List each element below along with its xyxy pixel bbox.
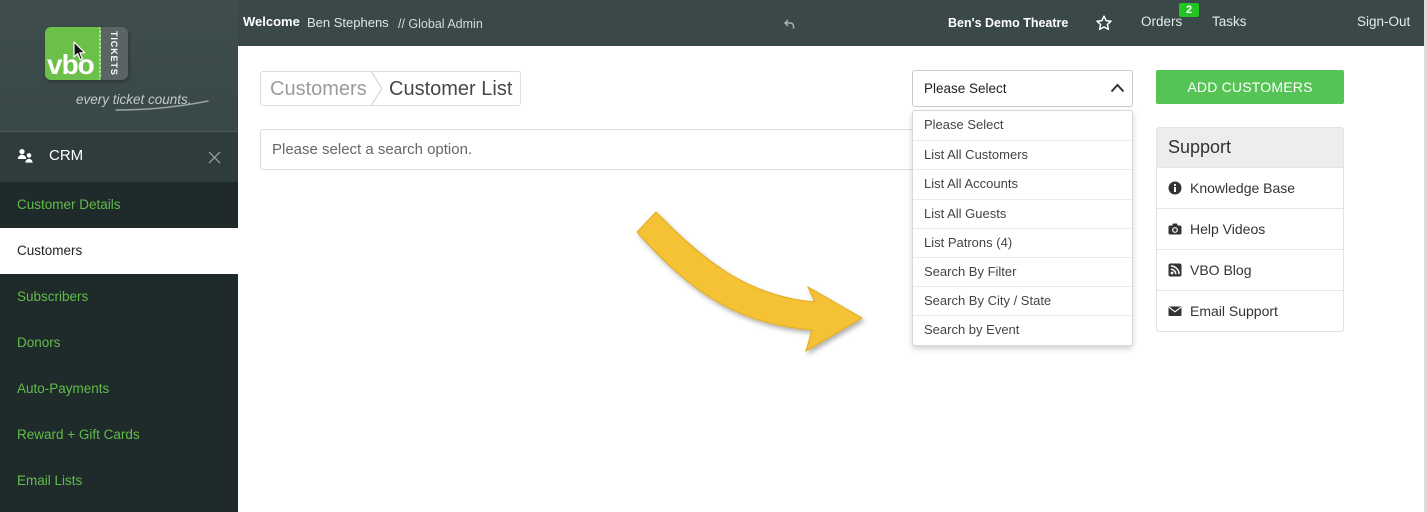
sidebar-item-reward-gift-cards[interactable]: Reward + Gift Cards: [0, 412, 238, 458]
top-bar: Welcome Ben Stephens // Global Admin Ben…: [238, 0, 1424, 46]
dropdown-option-list-all-guests[interactable]: List All Guests: [913, 198, 1132, 228]
dropdown-option-list-patrons[interactable]: List Patrons (4): [913, 227, 1132, 257]
dropdown-option-please-select[interactable]: Please Select: [913, 111, 1132, 140]
dropdown-option-list-all-accounts[interactable]: List All Accounts: [913, 169, 1132, 198]
logo-stub: TICKETS: [101, 27, 128, 80]
sidebar: vbo TICKETS every ticket counts. CRM Cus…: [0, 0, 238, 512]
support-item-knowledge-base[interactable]: Knowledge Base: [1157, 167, 1343, 208]
chevron-up-icon: [1110, 83, 1125, 93]
orders-count-badge: 2: [1179, 3, 1199, 17]
sidebar-item-subscribers[interactable]: Subscribers: [0, 274, 238, 320]
sidebar-section-title: CRM: [49, 147, 84, 164]
search-type-dropdown-menu: Please Select List All Customers List Al…: [912, 110, 1133, 346]
camera-icon: [1168, 222, 1182, 236]
breadcrumb-item-customers[interactable]: Customers: [270, 78, 367, 100]
tagline-swoosh: [115, 100, 209, 111]
logo-area: vbo TICKETS every ticket counts.: [0, 0, 238, 131]
support-item-label: Knowledge Base: [1190, 180, 1296, 196]
tasks-link[interactable]: Tasks: [1212, 13, 1247, 31]
close-icon[interactable]: [208, 151, 221, 164]
dropdown-option-list-all-customers[interactable]: List All Customers: [913, 140, 1132, 169]
dropdown-option-search-by-filter[interactable]: Search By Filter: [913, 256, 1132, 286]
support-item-label: Help Videos: [1190, 221, 1266, 237]
dropdown-option-search-by-event[interactable]: Search by Event: [913, 315, 1132, 344]
support-item-vbo-blog[interactable]: VBO Blog: [1157, 249, 1343, 290]
support-item-help-videos[interactable]: Help Videos: [1157, 208, 1343, 249]
search-type-select[interactable]: Please Select: [912, 70, 1133, 107]
vbo-logo[interactable]: vbo TICKETS: [45, 27, 128, 80]
search-type-select-value: Please Select: [924, 81, 1007, 96]
vbo-admin-page: vbo TICKETS every ticket counts. CRM Cus…: [0, 0, 1427, 512]
dropdown-option-search-by-city-state[interactable]: Search By City / State: [913, 286, 1132, 315]
breadcrumb-item-customer-list: Customer List: [389, 78, 513, 100]
breadcrumb: Customers Customer List: [260, 71, 521, 106]
sidebar-item-customers[interactable]: Customers: [0, 228, 238, 274]
sidebar-item-email-lists[interactable]: Email Lists: [0, 458, 238, 504]
info-circle-icon: [1168, 181, 1182, 195]
star-icon[interactable]: [1096, 15, 1112, 31]
sidebar-item-donors[interactable]: Donors: [0, 320, 238, 366]
logo-wordmark: vbo: [47, 49, 95, 80]
main-content: Customers Customer List Please Select Pl…: [238, 46, 1424, 512]
sign-out-link[interactable]: Sign-Out: [1357, 13, 1410, 31]
orders-link[interactable]: Orders: [1141, 13, 1182, 31]
mouse-cursor-icon: [73, 41, 86, 61]
welcome-label: Welcome: [243, 14, 300, 29]
support-panel: Support Knowledge Base Help Videos VBO B…: [1156, 127, 1344, 332]
support-item-label: Email Support: [1190, 303, 1278, 319]
sidebar-menu: Customer Details Customers Subscribers D…: [0, 182, 238, 512]
venue-name[interactable]: Ben's Demo Theatre: [948, 14, 1068, 32]
support-panel-title: Support: [1157, 128, 1343, 167]
breadcrumb-separator-icon: [370, 71, 383, 106]
add-customers-button[interactable]: ADD CUSTOMERS: [1156, 70, 1344, 104]
users-icon: [17, 148, 34, 163]
reply-icon[interactable]: [784, 16, 795, 29]
support-item-email-support[interactable]: Email Support: [1157, 290, 1343, 331]
logo-stub-text: TICKETS: [109, 31, 119, 76]
user-name[interactable]: Ben Stephens: [307, 14, 389, 32]
envelope-icon: [1168, 304, 1182, 318]
sidebar-section-header[interactable]: CRM: [0, 131, 238, 182]
sidebar-item-auto-payments[interactable]: Auto-Payments: [0, 366, 238, 412]
support-item-label: VBO Blog: [1190, 262, 1252, 278]
sidebar-item-customer-details[interactable]: Customer Details: [0, 182, 238, 228]
rss-icon: [1168, 263, 1182, 277]
user-role: // Global Admin: [398, 17, 483, 31]
